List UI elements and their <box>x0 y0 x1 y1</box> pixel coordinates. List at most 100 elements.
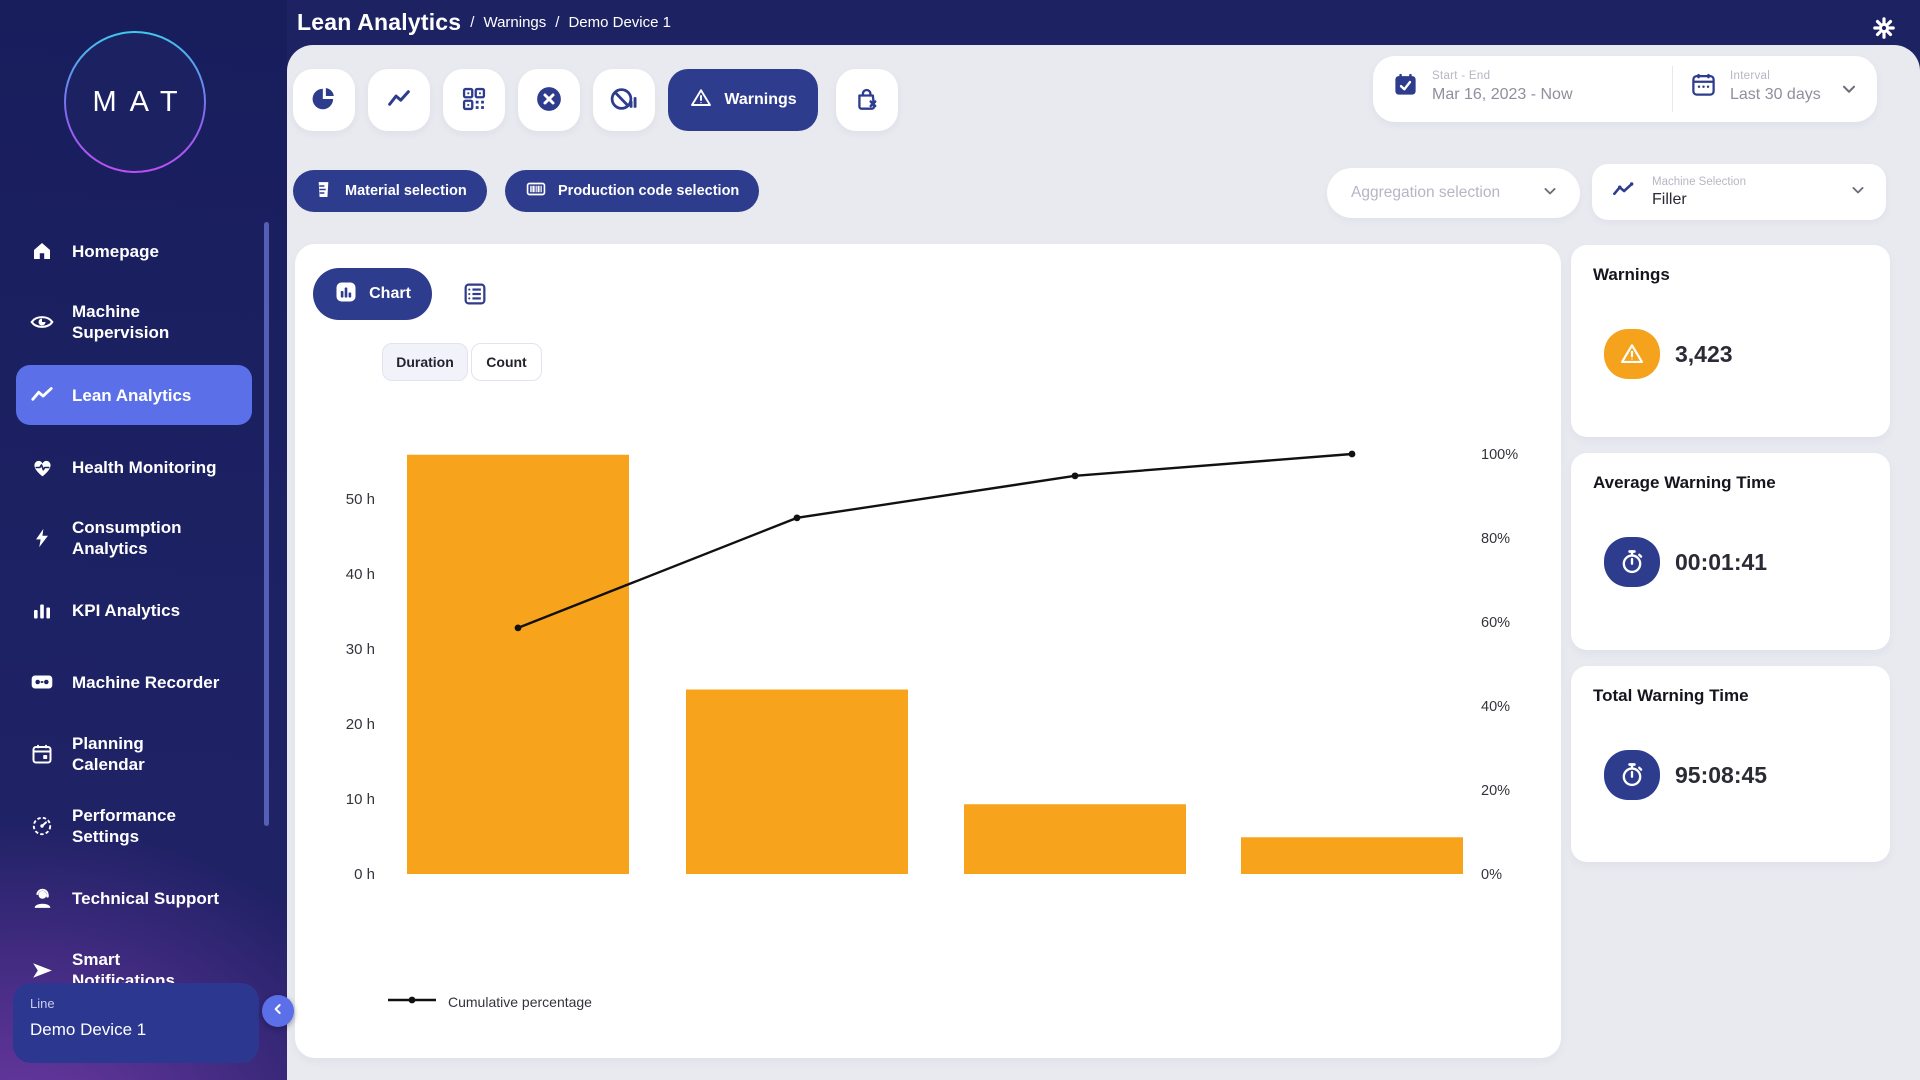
warnings-stat-card: Warnings 3,423 <box>1571 245 1890 437</box>
trend-view-button[interactable] <box>368 69 430 131</box>
sidebar-item-lean-analytics[interactable]: Lean Analytics <box>29 365 261 425</box>
calendar-check-icon <box>1392 71 1419 103</box>
pie-chart-icon <box>310 85 338 116</box>
sidebar-item-planning-calendar[interactable]: Planning Calendar <box>29 724 261 784</box>
breadcrumb-separator: / <box>470 14 474 31</box>
table-view-toggle-button[interactable] <box>458 278 492 312</box>
sidebar-item-machine-supervision[interactable]: Machine Supervision <box>29 292 261 352</box>
sidebar-item-health-monitoring[interactable]: Health Monitoring <box>29 437 261 497</box>
interval-field[interactable]: Interval Last 30 days <box>1690 70 1821 104</box>
sidebar-item-technical-support[interactable]: Technical Support <box>29 868 261 928</box>
machine-selection-select[interactable]: Machine Selection Filler <box>1592 164 1886 220</box>
breadcrumb: Lean Analytics / Warnings / Demo Device … <box>297 0 671 45</box>
svg-text:40 h: 40 h <box>346 566 375 583</box>
legend-line-marker <box>387 993 437 1011</box>
svg-text:60%: 60% <box>1481 615 1510 631</box>
production-code-selection-button[interactable]: Production code selection <box>505 170 759 212</box>
gear-icon <box>1872 16 1896 40</box>
sidebar-item-label: Consumption Analytics <box>72 517 182 559</box>
average-warning-time-value: 00:01:41 <box>1675 537 1767 587</box>
total-warning-time-card: Total Warning Time 95:08:45 <box>1571 666 1890 862</box>
aggregation-select[interactable]: Aggregation selection <box>1327 168 1580 218</box>
sidebar-item-performance-settings[interactable]: Performance Settings <box>29 796 261 856</box>
warnings-tab-button[interactable]: Warnings <box>668 69 818 131</box>
count-label: Count <box>486 354 526 370</box>
sidebar-scrollbar[interactable] <box>264 222 269 826</box>
sidebar-item-label: Machine Recorder <box>72 672 219 693</box>
brand-text: MAT <box>79 86 190 119</box>
start-end-value: Mar 16, 2023 - Now <box>1432 86 1573 104</box>
sidebar-item-label: Planning Calendar <box>72 733 145 775</box>
sidebar-item-kpi-analytics[interactable]: KPI Analytics <box>29 580 261 640</box>
pie-chart-view-button[interactable] <box>293 69 355 131</box>
no-data-view-button[interactable] <box>593 69 655 131</box>
svg-text:50 h: 50 h <box>346 491 375 508</box>
sidebar-item-label: Lean Analytics <box>72 385 191 406</box>
divider <box>1672 66 1673 112</box>
interval-value: Last 30 days <box>1730 86 1821 104</box>
mode-duration-button[interactable]: Duration <box>382 343 468 381</box>
gauge-icon <box>29 814 55 838</box>
sidebar-item-homepage[interactable]: Homepage <box>29 221 261 281</box>
breadcrumb-device[interactable]: Demo Device 1 <box>568 14 671 31</box>
settings-gear-icon[interactable] <box>1870 14 1898 42</box>
warning-triangle-badge-icon <box>1604 329 1660 379</box>
svg-text:20%: 20% <box>1481 783 1510 799</box>
bag-x-icon <box>853 85 881 116</box>
aggregation-placeholder: Aggregation selection <box>1351 184 1500 202</box>
no-data-chart-icon <box>609 84 639 117</box>
machine-selection-label: Machine Selection <box>1652 176 1832 188</box>
breadcrumb-separator: / <box>555 14 559 31</box>
lost-production-button[interactable] <box>836 69 898 131</box>
legend-label: Cumulative percentage <box>448 994 592 1010</box>
calendar-icon <box>29 742 55 766</box>
svg-text:20 h: 20 h <box>346 716 375 733</box>
svg-text:10 h: 10 h <box>346 791 375 808</box>
material-beaker-icon <box>313 179 334 204</box>
headset-person-icon <box>29 886 55 911</box>
x-circle-view-button[interactable] <box>518 69 580 131</box>
sidebar-item-consumption-analytics[interactable]: Consumption Analytics <box>29 508 261 568</box>
heart-pulse-icon <box>29 455 55 480</box>
svg-text:40%: 40% <box>1481 699 1510 715</box>
material-selection-label: Material selection <box>345 183 467 199</box>
x-circle-icon <box>534 84 564 117</box>
chevron-left-icon <box>270 1001 286 1022</box>
sidebar: MAT Homepage Machine Supervision Lean An… <box>0 0 287 1080</box>
sidebar-collapse-button[interactable] <box>262 995 294 1027</box>
chart-view-toggle-button[interactable]: Chart <box>313 268 432 320</box>
stopwatch-icon <box>1604 750 1660 800</box>
qr-grid-view-button[interactable] <box>443 69 505 131</box>
production-code-selection-label: Production code selection <box>558 183 739 199</box>
warning-triangle-icon <box>689 86 713 115</box>
sidebar-item-label: KPI Analytics <box>72 600 180 621</box>
sidebar-item-label: Homepage <box>72 241 159 262</box>
sidebar-item-label: Performance Settings <box>72 805 176 847</box>
device-name: Demo Device 1 <box>30 1020 242 1040</box>
line-trend-icon <box>29 382 55 408</box>
duration-label: Duration <box>396 354 454 370</box>
chevron-down-icon <box>1848 180 1868 205</box>
warnings-card-title: Warnings <box>1593 265 1868 285</box>
brand-logo: MAT <box>64 31 206 173</box>
start-end-label: Start - End <box>1432 70 1573 82</box>
app-window: Lean Analytics / Warnings / Demo Device … <box>0 0 1920 1080</box>
average-warning-time-title: Average Warning Time <box>1593 473 1868 493</box>
barcode-icon <box>525 178 547 204</box>
interval-chevron-down-icon[interactable] <box>1838 78 1860 105</box>
qr-grid-icon <box>460 85 488 116</box>
sidebar-item-machine-recorder[interactable]: Machine Recorder <box>29 652 261 712</box>
device-line-label: Line <box>30 996 242 1011</box>
chart-tab-label: Chart <box>369 285 411 303</box>
svg-text:0%: 0% <box>1481 867 1502 883</box>
sidebar-item-label: Machine Supervision <box>72 301 169 343</box>
breadcrumb-warnings[interactable]: Warnings <box>483 14 546 31</box>
mode-count-button[interactable]: Count <box>471 343 542 381</box>
total-warning-time-value: 95:08:45 <box>1675 750 1767 800</box>
warnings-tab-label: Warnings <box>724 91 796 109</box>
chevron-down-icon <box>1540 181 1560 206</box>
start-end-field[interactable]: Start - End Mar 16, 2023 - Now <box>1392 70 1573 104</box>
svg-text:30 h: 30 h <box>346 641 375 658</box>
eye-icon <box>29 309 55 335</box>
material-selection-button[interactable]: Material selection <box>293 170 487 212</box>
